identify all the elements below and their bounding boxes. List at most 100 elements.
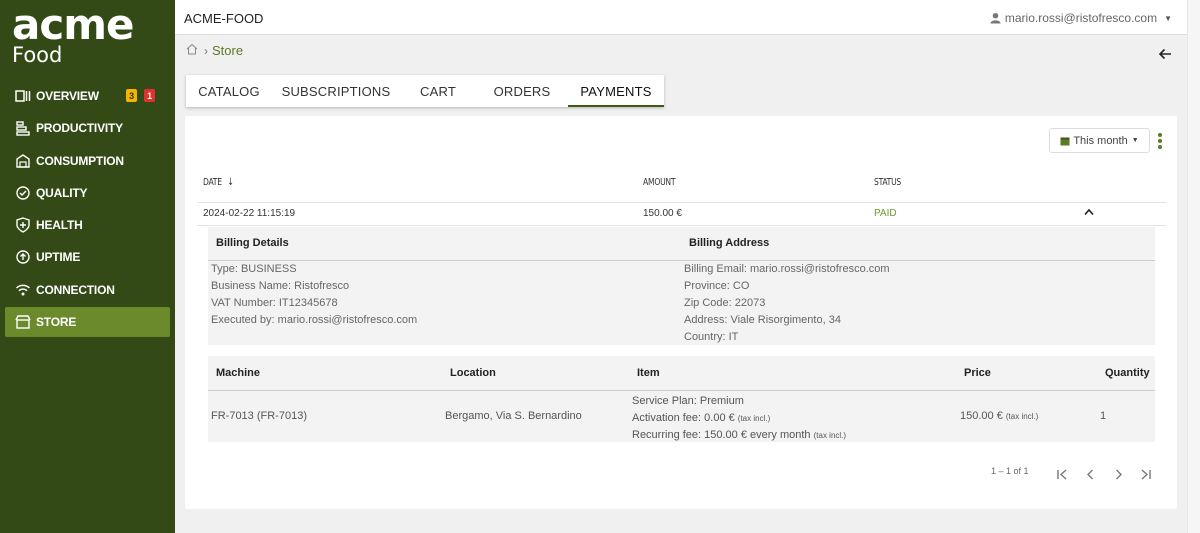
billing-details-title: Billing Details	[216, 237, 289, 249]
billing-address-list: Billing Email: mario.rossi@ristofresco.c…	[684, 261, 890, 346]
tab-payments[interactable]: PAYMENTS	[568, 75, 664, 107]
overview-icon	[15, 88, 31, 104]
sidebar-item-label: CONSUMPTION	[36, 153, 124, 168]
sort-arrow-down-icon: ↓	[227, 177, 234, 188]
item-price: 150.00 € (tax incl.)	[960, 410, 1038, 422]
sidebar: acme Food OVERVIEW 3 1 PRODUCTIVITY CONS…	[0, 0, 175, 533]
productivity-icon	[15, 120, 31, 136]
last-page-icon[interactable]	[1139, 468, 1152, 481]
wifi-icon	[15, 282, 31, 298]
uptime-icon	[15, 249, 31, 265]
brand-line1: acme	[12, 0, 134, 49]
sidebar-nav: OVERVIEW 3 1 PRODUCTIVITY CONSUMPTION QU…	[5, 81, 170, 339]
payment-status: PAID	[874, 208, 897, 219]
sidebar-item-label: OVERVIEW	[36, 89, 99, 103]
sidebar-item-label: QUALITY	[36, 185, 88, 200]
tab-cart[interactable]: CART	[400, 75, 476, 107]
home-icon[interactable]	[186, 43, 198, 58]
top-bar: ACME-FOOD mario.rossi@ristofresco.com ▼	[175, 0, 1187, 35]
user-menu[interactable]: mario.rossi@ristofresco.com ▼	[990, 11, 1172, 25]
caret-down-icon: ▼	[1131, 137, 1139, 144]
item-quantity: 1	[1100, 410, 1107, 422]
more-options-icon[interactable]	[1157, 133, 1163, 149]
payment-date: 2024-02-22 11:15:19	[203, 208, 296, 219]
date-filter-button[interactable]: This month ▼	[1049, 128, 1150, 153]
billing-details-panel: Billing Details Billing Address Type: BU…	[208, 227, 1155, 345]
sidebar-item-store[interactable]: STORE	[5, 307, 170, 338]
sidebar-item-connection[interactable]: CONNECTION	[5, 275, 170, 305]
billing-country: Country: IT	[684, 331, 739, 343]
sidebar-item-uptime[interactable]: UPTIME	[5, 242, 170, 272]
tax-note: (tax incl.)	[813, 431, 847, 440]
tax-note: (tax incl.)	[1005, 412, 1039, 421]
tab-subscriptions[interactable]: SUBSCRIPTIONS	[272, 75, 400, 107]
sidebar-item-label: CONNECTION	[36, 282, 115, 297]
brand-logo[interactable]: acme Food	[12, 0, 134, 67]
quality-icon	[15, 185, 31, 201]
item-activation-fee-value: Activation fee: 0.00 €	[632, 412, 735, 424]
back-arrow-icon[interactable]	[1158, 47, 1172, 61]
next-page-icon[interactable]	[1112, 468, 1125, 481]
consumption-icon	[15, 153, 31, 169]
item-recurring-fee-value: Recurring fee: 150.00 € every month	[632, 429, 811, 441]
billing-details-list: Type: BUSINESS Business Name: Ristofresc…	[211, 261, 417, 329]
sidebar-item-label: STORE	[36, 315, 77, 330]
sidebar-item-overview[interactable]: OVERVIEW 3 1	[5, 81, 170, 111]
caret-down-icon: ▼	[1164, 13, 1172, 23]
billing-zip: Zip Code: 22073	[684, 297, 766, 309]
item-description: Service Plan: Premium Activation fee: 0.…	[632, 393, 846, 444]
item-activation-fee: Activation fee: 0.00 € (tax incl.)	[632, 410, 846, 427]
sidebar-item-label: UPTIME	[36, 250, 81, 265]
sidebar-item-quality[interactable]: QUALITY	[5, 178, 170, 208]
tab-catalog[interactable]: CATALOG	[186, 75, 272, 107]
item-recurring-fee: Recurring fee: 150.00 € every month (tax…	[632, 427, 846, 444]
first-page-icon[interactable]	[1056, 468, 1069, 481]
column-header-status[interactable]: STATUS	[874, 177, 901, 188]
items-header-item: Item	[637, 367, 660, 379]
items-header-price: Price	[964, 367, 991, 379]
breadcrumb-separator-icon: ›	[204, 43, 208, 58]
user-email: mario.rossi@ristofresco.com	[1004, 11, 1158, 25]
header-divider	[197, 202, 1166, 203]
sidebar-item-productivity[interactable]: PRODUCTIVITY	[5, 113, 170, 143]
warning-badge: 3	[126, 89, 137, 102]
store-icon	[15, 314, 31, 330]
item-machine: FR-7013 (FR-7013)	[211, 410, 307, 422]
billing-vat-number: VAT Number: IT12345678	[211, 297, 338, 309]
payments-card: This month ▼ DATE ↓ AMOUNT STATUS 2024-0…	[185, 116, 1177, 509]
items-header-location: Location	[450, 367, 496, 379]
scrollbar[interactable]	[1187, 0, 1200, 533]
store-tabs: CATALOG SUBSCRIPTIONS CART ORDERS PAYMEN…	[186, 75, 664, 107]
order-items-table: Machine Location Item Price Quantity FR-…	[208, 356, 1155, 442]
previous-page-icon[interactable]	[1084, 468, 1097, 481]
item-price-value: 150.00 €	[960, 410, 1003, 422]
sidebar-item-consumption[interactable]: CONSUMPTION	[5, 146, 170, 176]
date-filter-label: This month	[1073, 134, 1128, 147]
breadcrumb-current[interactable]: Store	[212, 43, 243, 58]
sidebar-item-health[interactable]: HEALTH	[5, 210, 170, 240]
billing-business-name: Business Name: Ristofresco	[211, 280, 350, 292]
column-header-amount[interactable]: AMOUNT	[643, 177, 676, 188]
item-service-plan: Service Plan: Premium	[632, 395, 744, 407]
sidebar-item-label: PRODUCTIVITY	[36, 121, 123, 136]
billing-email: Billing Email: mario.rossi@ristofresco.c…	[684, 263, 890, 275]
tab-orders[interactable]: ORDERS	[476, 75, 568, 107]
tax-note: (tax incl.)	[737, 414, 771, 423]
column-header-date[interactable]: DATE ↓	[203, 177, 234, 188]
billing-province: Province: CO	[684, 280, 750, 292]
health-icon	[15, 217, 31, 233]
collapse-chevron-up-icon[interactable]	[1084, 208, 1094, 216]
column-header-date-label: DATE	[203, 177, 222, 188]
breadcrumb: › Store	[186, 43, 243, 58]
calendar-icon	[1060, 137, 1070, 145]
error-badge: 1	[144, 89, 155, 102]
items-header-quantity: Quantity	[1105, 367, 1150, 379]
sidebar-item-label: HEALTH	[36, 218, 83, 233]
user-icon	[990, 12, 1001, 24]
item-location: Bergamo, Via S. Bernardino	[445, 410, 582, 422]
billing-address-title: Billing Address	[689, 237, 770, 249]
pagination-range: 1 – 1 of 1	[991, 466, 1029, 476]
items-header-machine: Machine	[216, 367, 261, 379]
payment-amount: 150.00 €	[643, 208, 682, 219]
row-divider	[197, 225, 1166, 226]
